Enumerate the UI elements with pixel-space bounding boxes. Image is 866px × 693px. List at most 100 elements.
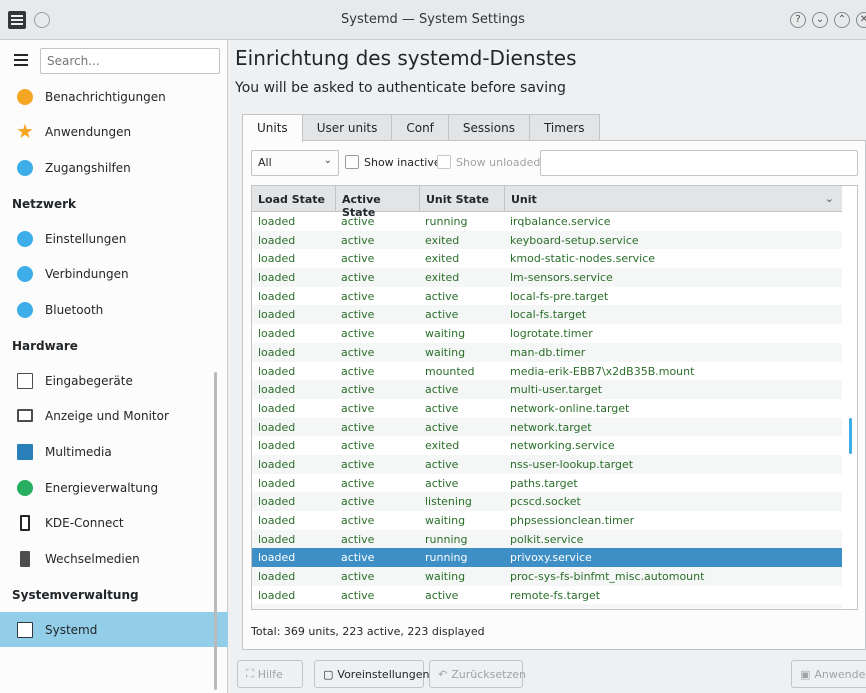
column-active-state[interactable]: Active State [336, 186, 420, 219]
unit-type-value: All [258, 156, 272, 169]
sidebar-item-connections[interactable]: Verbindungen [0, 256, 228, 291]
apply-button[interactable]: ▣ Anwenden [791, 660, 866, 688]
table-row[interactable]: loaded active active remote-fs.target [252, 586, 842, 605]
table-scrollbar[interactable] [849, 418, 852, 454]
cell-unit: man-db.timer [510, 345, 586, 359]
sidebar-item-applications[interactable]: Anwendungen [0, 114, 228, 149]
sidebar-item-multimedia[interactable]: Multimedia [0, 434, 228, 469]
sidebar-item-kdeconnect[interactable]: KDE-Connect [0, 505, 228, 540]
category-hardware: Hardware [12, 339, 78, 353]
cell-unit-state: exited [425, 271, 460, 285]
cell-unit: nss-user-lookup.target [510, 457, 634, 471]
table-row[interactable]: loaded active running irqbalance.service [252, 212, 842, 231]
table-row[interactable]: loaded active listening pcscd.socket [252, 492, 842, 511]
hamburger-menu-icon[interactable] [14, 54, 28, 56]
cell-active-state: active [341, 364, 375, 378]
cell-active-state: active [341, 327, 375, 341]
cell-load-state: loaded [258, 252, 296, 266]
maximize-button[interactable]: ⌃ [834, 12, 850, 28]
sidebar-item-network-settings[interactable]: Einstellungen [0, 221, 228, 256]
undo-icon: ↶ [438, 667, 448, 681]
search-input[interactable] [40, 48, 220, 74]
table-row[interactable]: loaded active active network.target [252, 417, 842, 437]
show-unloaded-checkbox[interactable]: Show unloaded [437, 155, 540, 169]
help-window-button[interactable]: ? [790, 12, 806, 28]
table-row[interactable]: loaded active mounted media-erik-EBB7\x2dB3… [252, 362, 842, 381]
tab-conf[interactable]: Conf [391, 114, 449, 141]
reset-button-label: Zurücksetzen [451, 667, 526, 681]
tab-sessions[interactable]: Sessions [447, 114, 530, 141]
cell-load-state: loaded [258, 457, 296, 471]
column-load-state[interactable]: Load State [252, 186, 336, 212]
close-button[interactable]: ✕ [856, 12, 866, 28]
cell-active-state: active [341, 495, 375, 509]
cell-active-state: active [341, 420, 375, 434]
units-table: Load State Active State Unit State Unit … [251, 185, 858, 610]
cell-unit-state: active [425, 588, 459, 602]
cell-unit: multi-user.target [510, 383, 603, 397]
usb-icon [20, 550, 30, 567]
column-unit[interactable]: Unit ⌄ [505, 186, 842, 212]
tab-units[interactable]: Units [242, 114, 303, 142]
cell-load-state: loaded [258, 383, 296, 397]
sort-chevron-icon: ⌄ [824, 192, 834, 205]
sidebar-item-display[interactable]: Anzeige und Monitor [0, 398, 228, 433]
cell-unit: local-fs.target [510, 308, 587, 322]
button-bar: ⛶ Hilfe ▢ Voreinstellungen ↶ Zurücksetze… [229, 660, 866, 693]
cell-active-state: active [341, 252, 375, 266]
sidebar-item-label: Einstellungen [45, 231, 127, 246]
table-row[interactable]: loaded active active paths.target [252, 474, 842, 493]
page-subtitle: You will be asked to authenticate before… [235, 80, 566, 96]
sidebar-item-bluetooth[interactable]: Bluetooth [0, 292, 228, 327]
table-row[interactable]: loaded active active multi-user.target [252, 380, 842, 399]
sidebar-item-power[interactable]: Energieverwaltung [0, 470, 228, 505]
table-row[interactable]: loaded active running rsyslog.service [252, 604, 842, 609]
sidebar-item-removable-media[interactable]: Wechselmedien [0, 541, 228, 576]
cell-unit-state: waiting [425, 570, 466, 584]
table-row[interactable]: loaded active waiting phpsessionclean.timer [252, 511, 842, 530]
sidebar-item-input-devices[interactable]: Eingabegeräte [0, 363, 228, 398]
status-summary: Total: 369 units, 223 active, 223 displa… [251, 625, 485, 638]
filter-text-input[interactable] [540, 150, 858, 176]
cell-active-state: active [341, 607, 374, 609]
table-row[interactable]: loaded active running polkit.service [252, 529, 842, 549]
cell-unit-state: listening [425, 495, 472, 509]
table-row[interactable]: loaded active waiting logrotate.timer [252, 324, 842, 343]
table-row[interactable]: loaded active waiting proc-sys-fs-binfmt_mi… [252, 567, 842, 586]
sidebar-scrollbar[interactable] [214, 372, 217, 690]
show-inactive-checkbox[interactable]: Show inactive [345, 155, 441, 169]
globe-icon [17, 230, 33, 247]
minimize-button[interactable]: ⌄ [812, 12, 828, 28]
table-row[interactable]: loaded active active nss-user-lookup.target [252, 454, 842, 474]
cell-active-state: active [341, 551, 375, 565]
tab-user-units[interactable]: User units [301, 114, 393, 141]
cell-active-state: active [341, 215, 375, 228]
cell-unit-state: active [425, 308, 459, 322]
column-unit-state[interactable]: Unit State [420, 186, 505, 212]
sidebar-item-label: Systemd [45, 622, 98, 637]
accessibility-icon [17, 159, 33, 176]
defaults-button[interactable]: ▢ Voreinstellungen [314, 660, 429, 688]
reset-button[interactable]: ↶ Zurücksetzen [429, 660, 526, 688]
sidebar-item-notifications[interactable]: Benachrichtigungen [0, 79, 228, 114]
table-row[interactable]: loaded active exited keyboard-setup.service [252, 230, 842, 250]
sidebar-item-accessibility[interactable]: Zugangshilfen [0, 150, 228, 185]
table-row[interactable]: loaded active running privoxy.service [252, 548, 842, 568]
cell-active-state: active [341, 308, 375, 322]
sidebar: Benachrichtigungen Anwendungen Zugangshi… [0, 40, 228, 693]
cell-load-state: loaded [258, 308, 296, 322]
table-row[interactable]: loaded active waiting man-db.timer [252, 342, 842, 362]
help-button[interactable]: ⛶ Hilfe [237, 660, 303, 688]
unit-type-select[interactable]: All ⌄ [251, 150, 339, 176]
table-row[interactable]: loaded active active local-fs-pre.target [252, 287, 842, 306]
table-row[interactable]: loaded active exited kmod-static-nodes.serv… [252, 249, 842, 268]
table-row[interactable]: loaded active active network-online.target [252, 399, 842, 418]
cell-load-state: loaded [258, 532, 296, 546]
cell-active-state: active [341, 383, 375, 397]
table-row[interactable]: loaded active exited networking.service [252, 436, 842, 455]
sidebar-item-systemd[interactable]: Systemd [0, 612, 228, 647]
cell-unit-state: running [425, 532, 468, 546]
table-row[interactable]: loaded active exited lm-sensors.service [252, 268, 842, 287]
table-row[interactable]: loaded active active local-fs.target [252, 305, 842, 325]
tab-timers[interactable]: Timers [528, 114, 600, 141]
